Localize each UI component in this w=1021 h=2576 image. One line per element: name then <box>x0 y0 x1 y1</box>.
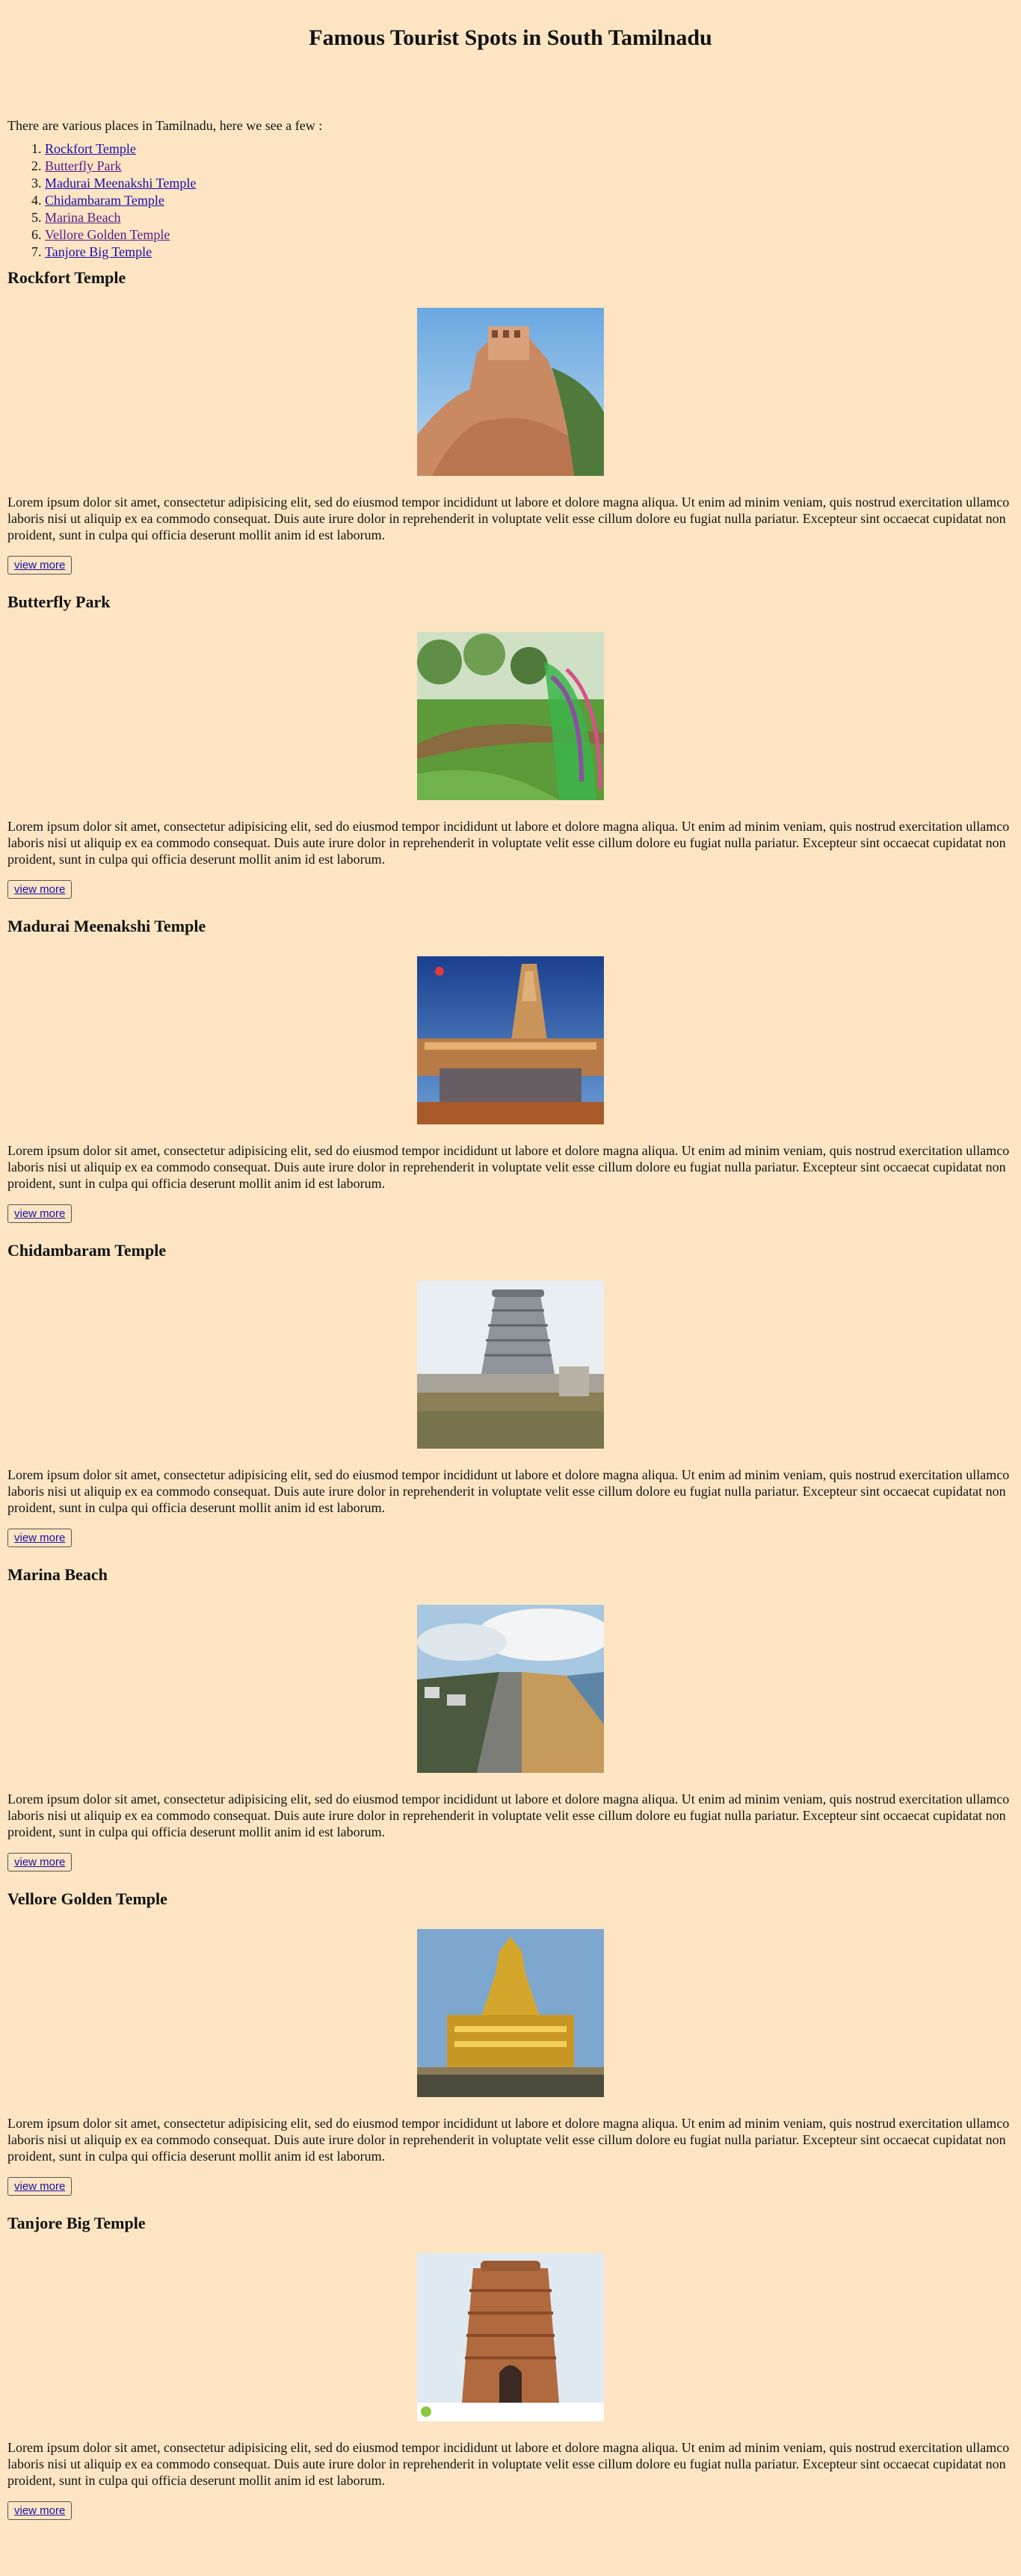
spot-section-butterfly-park: Butterfly Park Lorem ipsum dolor sit ame… <box>7 592 1014 909</box>
toc-item: Butterfly Park <box>45 158 1014 175</box>
view-more-button[interactable]: view more <box>7 2501 73 2520</box>
view-more-button[interactable]: view more <box>7 880 73 899</box>
spot-heading: Marina Beach <box>7 1565 108 1584</box>
toc-link-marina-beach[interactable]: Marina Beach <box>45 210 120 225</box>
spot-description: Lorem ipsum dolor sit amet, consectetur … <box>7 1792 1010 1839</box>
toc-link-vellore-golden-temple[interactable]: Vellore Golden Temple <box>45 227 170 242</box>
spot-heading: Madurai Meenakshi Temple <box>7 917 206 935</box>
spot-description: Lorem ipsum dolor sit amet, consectetur … <box>7 819 1010 867</box>
toc-link-rockfort-temple[interactable]: Rockfort Temple <box>45 141 136 156</box>
spot-description: Lorem ipsum dolor sit amet, consectetur … <box>7 2116 1010 2164</box>
toc-link-tanjore-big-temple[interactable]: Tanjore Big Temple <box>45 244 152 259</box>
big-temple-photo <box>417 2253 604 2421</box>
spot-description: Lorem ipsum dolor sit amet, consectetur … <box>7 495 1010 542</box>
spot-heading: Chidambaram Temple <box>7 1241 167 1260</box>
marina-beach-photo <box>417 1605 604 1773</box>
view-more-button[interactable]: view more <box>7 1204 73 1223</box>
view-more-button[interactable]: view more <box>7 2177 73 2196</box>
golden-temple-photo <box>417 1929 604 2097</box>
intro-text: There are various places in Tamilnadu, h… <box>7 118 323 133</box>
spot-section-madurai-meenakshi-temple: Madurai Meenakshi Temple Lorem ipsum dol… <box>7 917 1014 1233</box>
toc-item: Marina Beach <box>45 209 1014 226</box>
photo-container <box>7 1281 1014 1449</box>
rockfort-photo <box>417 308 604 476</box>
toc-link-chidambaram-temple[interactable]: Chidambaram Temple <box>45 193 164 208</box>
butterfly-park-photo <box>417 632 604 800</box>
spot-section-tanjore-big-temple: Tanjore Big Temple Lorem ipsum dolor sit… <box>7 2214 1014 2530</box>
photo-container <box>7 956 1014 1124</box>
spot-heading: Butterfly Park <box>7 592 111 611</box>
chidambaram-temple-photo <box>417 1281 604 1449</box>
table-of-contents: Rockfort Temple Butterfly Park Madurai M… <box>7 140 1014 261</box>
spot-description: Lorem ipsum dolor sit amet, consectetur … <box>7 1467 1010 1515</box>
spot-section-vellore-golden-temple: Vellore Golden Temple Lorem ipsum dolor … <box>7 1889 1014 2206</box>
toc-item: Tanjore Big Temple <box>45 244 1014 261</box>
toc-link-madurai-meenakshi-temple[interactable]: Madurai Meenakshi Temple <box>45 176 196 191</box>
photo-container <box>7 1929 1014 2097</box>
view-more-button[interactable]: view more <box>7 556 73 575</box>
toc-item: Madurai Meenakshi Temple <box>45 175 1014 192</box>
spot-section-marina-beach: Marina Beach Lorem ipsum dolor sit amet,… <box>7 1565 1014 1882</box>
spot-description: Lorem ipsum dolor sit amet, consectetur … <box>7 2440 1010 2488</box>
photo-container <box>7 1605 1014 1773</box>
meenakshi-temple-photo <box>417 956 604 1124</box>
photo-container <box>7 2253 1014 2421</box>
page: Famous Tourist Spots in South Tamilnadu … <box>0 0 1021 2530</box>
view-more-button[interactable]: view more <box>7 1529 73 1547</box>
spot-description: Lorem ipsum dolor sit amet, consectetur … <box>7 1143 1010 1191</box>
spot-heading: Tanjore Big Temple <box>7 2214 146 2232</box>
photo-container <box>7 308 1014 476</box>
toc-link-butterfly-park[interactable]: Butterfly Park <box>45 158 121 173</box>
spot-section-chidambaram-temple: Chidambaram Temple Lorem ipsum dolor sit… <box>7 1241 1014 1558</box>
spot-heading: Vellore Golden Temple <box>7 1889 167 1908</box>
view-more-button[interactable]: view more <box>7 1853 73 1871</box>
photo-container <box>7 632 1014 800</box>
toc-item: Vellore Golden Temple <box>45 226 1014 244</box>
toc-item: Rockfort Temple <box>45 140 1014 158</box>
page-title: Famous Tourist Spots in South Tamilnadu <box>309 25 712 50</box>
spot-section-rockfort-temple: Rockfort Temple Lorem ipsum dolor sit am… <box>7 268 1014 585</box>
toc-item: Chidambaram Temple <box>45 192 1014 209</box>
spot-heading: Rockfort Temple <box>7 268 126 287</box>
